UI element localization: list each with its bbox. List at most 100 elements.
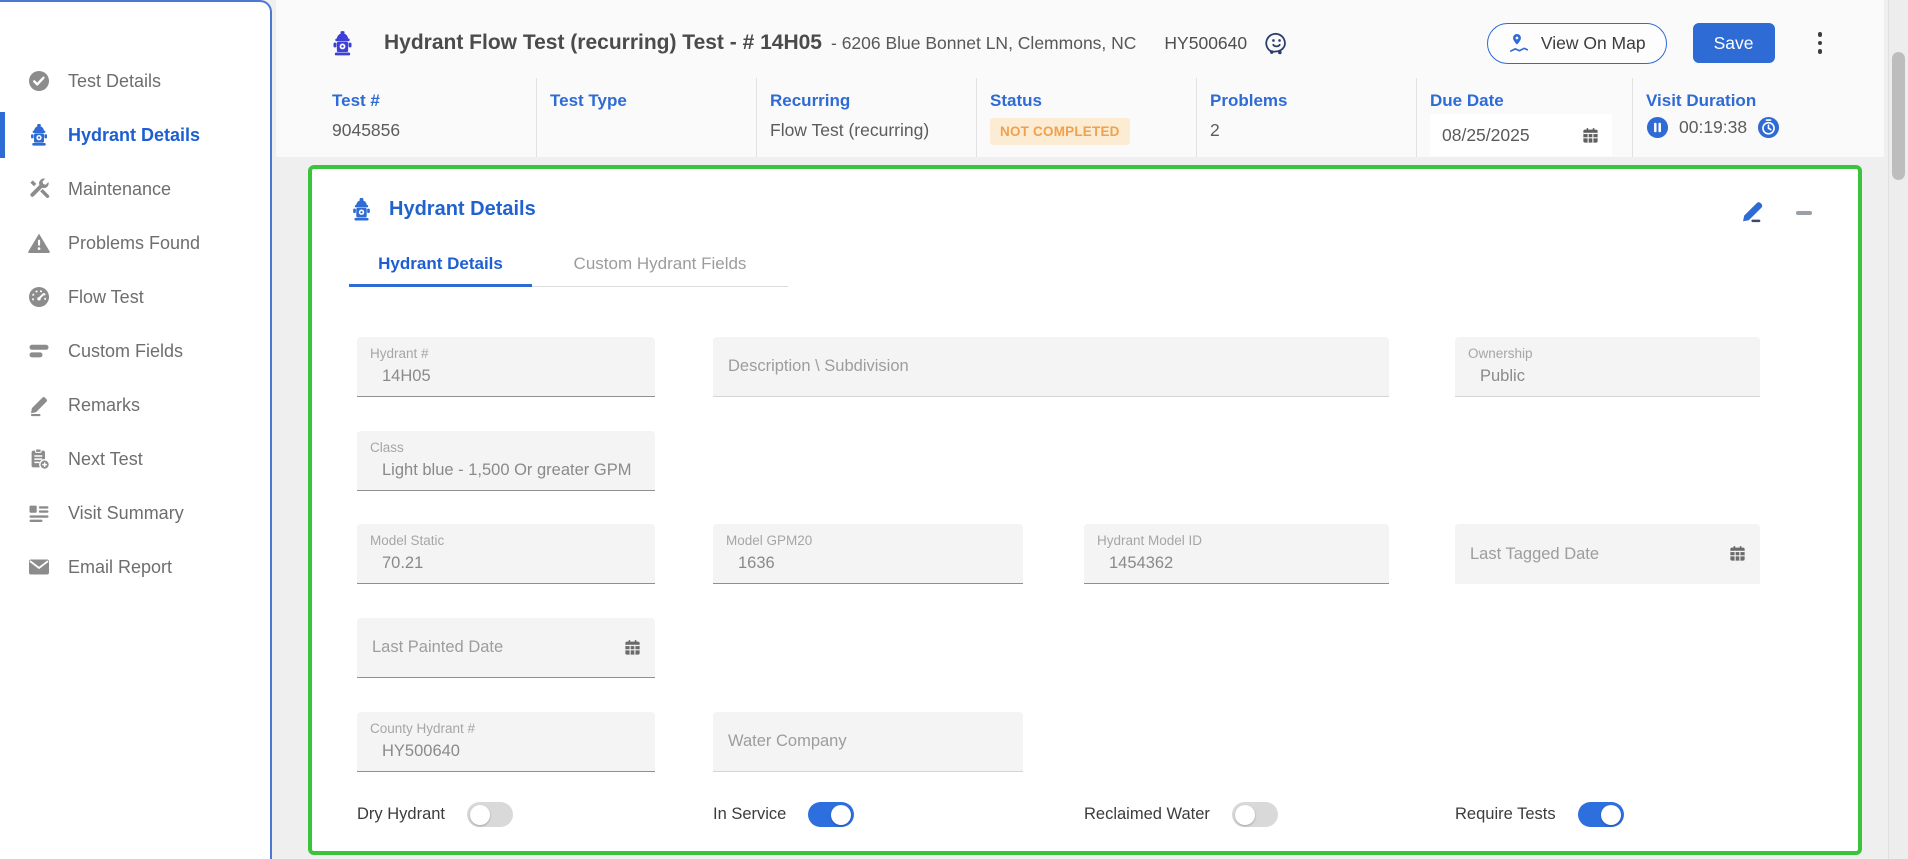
edit-pencil-icon[interactable] [1739,197,1766,229]
field-value: Light blue - 1,500 Or greater GPM [357,455,655,480]
class-field[interactable]: Class Light blue - 1,500 Or greater GPM [357,431,655,491]
pencil-icon [27,393,51,417]
more-options-kebab-icon[interactable] [1812,27,1829,59]
description-subdivision-field[interactable]: Description \ Subdivision [713,337,1389,397]
sidebar-item-problems-found[interactable]: Problems Found [0,216,270,270]
dry-hydrant-toggle[interactable] [467,802,513,827]
view-on-map-button[interactable]: View On Map [1487,23,1667,64]
sidebar-item-label: Maintenance [68,179,171,200]
sidebar-item-label: Problems Found [68,233,200,254]
recurring-value: Flow Test (recurring) [770,120,976,142]
info-label: Recurring [770,91,976,111]
county-hydrant-number-field[interactable]: County Hydrant # HY500640 [357,712,655,772]
calendar-icon[interactable] [1728,544,1747,563]
field-placeholder: Last Tagged Date [1470,545,1599,564]
sidebar-item-flow-test[interactable]: Flow Test [0,270,270,324]
calendar-icon[interactable] [1581,126,1600,145]
hydrant-number-field[interactable]: Hydrant # 14H05 [357,337,655,397]
sidebar-item-label: Hydrant Details [68,125,200,146]
field-label: Hydrant Model ID [1084,524,1389,548]
toggle-label: In Service [713,805,786,824]
sidebar-item-email-report[interactable]: Email Report [0,540,270,594]
warning-icon [27,231,51,255]
field-label: County Hydrant # [357,712,655,736]
tab-label: Custom Hydrant Fields [574,254,747,274]
in-service-toggle-group: In Service [713,802,854,827]
field-value: HY500640 [357,736,655,761]
sidebar-item-maintenance[interactable]: Maintenance [0,162,270,216]
model-static-field[interactable]: Model Static 70.21 [357,524,655,584]
info-label: Visit Duration [1646,91,1884,111]
tab-custom-hydrant-fields[interactable]: Custom Hydrant Fields [532,241,788,287]
collapse-minus-icon[interactable] [1796,211,1812,215]
info-col-problems: Problems 2 [1196,78,1416,157]
sidebar-item-remarks[interactable]: Remarks [0,378,270,432]
pause-icon[interactable] [1646,116,1669,139]
card-tabs: Hydrant Details Custom Hydrant Fields [349,241,788,287]
in-service-toggle[interactable] [808,802,854,827]
hydrant-icon [329,28,356,59]
waze-icon[interactable] [1263,30,1290,57]
sidebar-item-label: Email Report [68,557,172,578]
vertical-scrollbar[interactable] [1888,0,1908,859]
save-button[interactable]: Save [1693,23,1775,63]
field-value: 1636 [713,548,1023,573]
toggle-knob [1235,805,1255,825]
card-title: Hydrant Details [349,195,536,224]
tab-hydrant-details[interactable]: Hydrant Details [349,241,532,287]
info-col-recurring: Recurring Flow Test (recurring) [756,78,976,157]
info-col-test-number: Test # 9045856 [276,78,536,157]
scrollbar-thumb[interactable] [1892,52,1905,180]
clock-icon[interactable] [1757,116,1780,139]
sidebar-item-hydrant-details[interactable]: Hydrant Details [0,108,270,162]
hydrant-icon [27,123,51,147]
info-label: Status [990,91,1196,111]
last-tagged-date-field[interactable]: Last Tagged Date [1455,524,1760,584]
ownership-field[interactable]: Ownership Public [1455,337,1760,397]
calendar-icon[interactable] [623,638,642,657]
field-label: Class [357,431,655,455]
hydrant-details-card: Hydrant Details Hydrant Details Custom H… [308,165,1862,855]
toggle-label: Require Tests [1455,805,1556,824]
map-pin-icon [1508,32,1530,54]
hydrant-model-id-field[interactable]: Hydrant Model ID 1454362 [1084,524,1389,584]
require-tests-toggle-group: Require Tests [1455,802,1624,827]
status-badge: NOT COMPLETED [990,118,1130,145]
due-date-value: 08/25/2025 [1442,125,1530,146]
field-label: Model Static [357,524,655,548]
sidebar-item-label: Next Test [68,449,143,470]
field-value: 70.21 [357,548,655,573]
field-value: 14H05 [357,361,655,386]
dry-hydrant-toggle-group: Dry Hydrant [357,802,513,827]
toggle-knob [831,805,851,825]
info-col-visit-duration: Visit Duration 00:19:38 [1632,78,1884,157]
water-company-field[interactable]: Water Company [713,712,1023,772]
field-value: 1454362 [1084,548,1389,573]
sidebar-item-visit-summary[interactable]: Visit Summary [0,486,270,540]
check-circle-icon [27,69,51,93]
sidebar-item-test-details[interactable]: Test Details [0,54,270,108]
test-type-value [550,120,756,142]
model-gpm20-field[interactable]: Model GPM20 1636 [713,524,1023,584]
visit-duration-value: 00:19:38 [1679,117,1747,138]
field-label: Ownership [1455,337,1760,361]
due-date-field[interactable]: 08/25/2025 [1430,114,1612,156]
info-label: Problems [1210,91,1416,111]
sidebar-item-label: Test Details [68,71,161,92]
sidebar-item-custom-fields[interactable]: Custom Fields [0,324,270,378]
page-subtitle-address: - 6206 Blue Bonnet LN, Clemmons, NC [831,33,1136,54]
sidebar: Test Details Hydrant Details Maintenance… [0,0,272,859]
info-col-test-type: Test Type [536,78,756,157]
reclaimed-water-toggle[interactable] [1232,802,1278,827]
clipboard-plus-icon [27,447,51,471]
require-tests-toggle[interactable] [1578,802,1624,827]
sidebar-item-label: Visit Summary [68,503,184,524]
envelope-icon [27,555,51,579]
header-row: Hydrant Flow Test (recurring) Test - # 1… [276,0,1884,78]
last-painted-date-field[interactable]: Last Painted Date [357,618,655,678]
sidebar-item-next-test[interactable]: Next Test [0,432,270,486]
field-placeholder: Water Company [728,732,847,751]
field-placeholder: Description \ Subdivision [728,357,909,376]
toggle-knob [470,805,490,825]
sidebar-item-label: Custom Fields [68,341,183,362]
